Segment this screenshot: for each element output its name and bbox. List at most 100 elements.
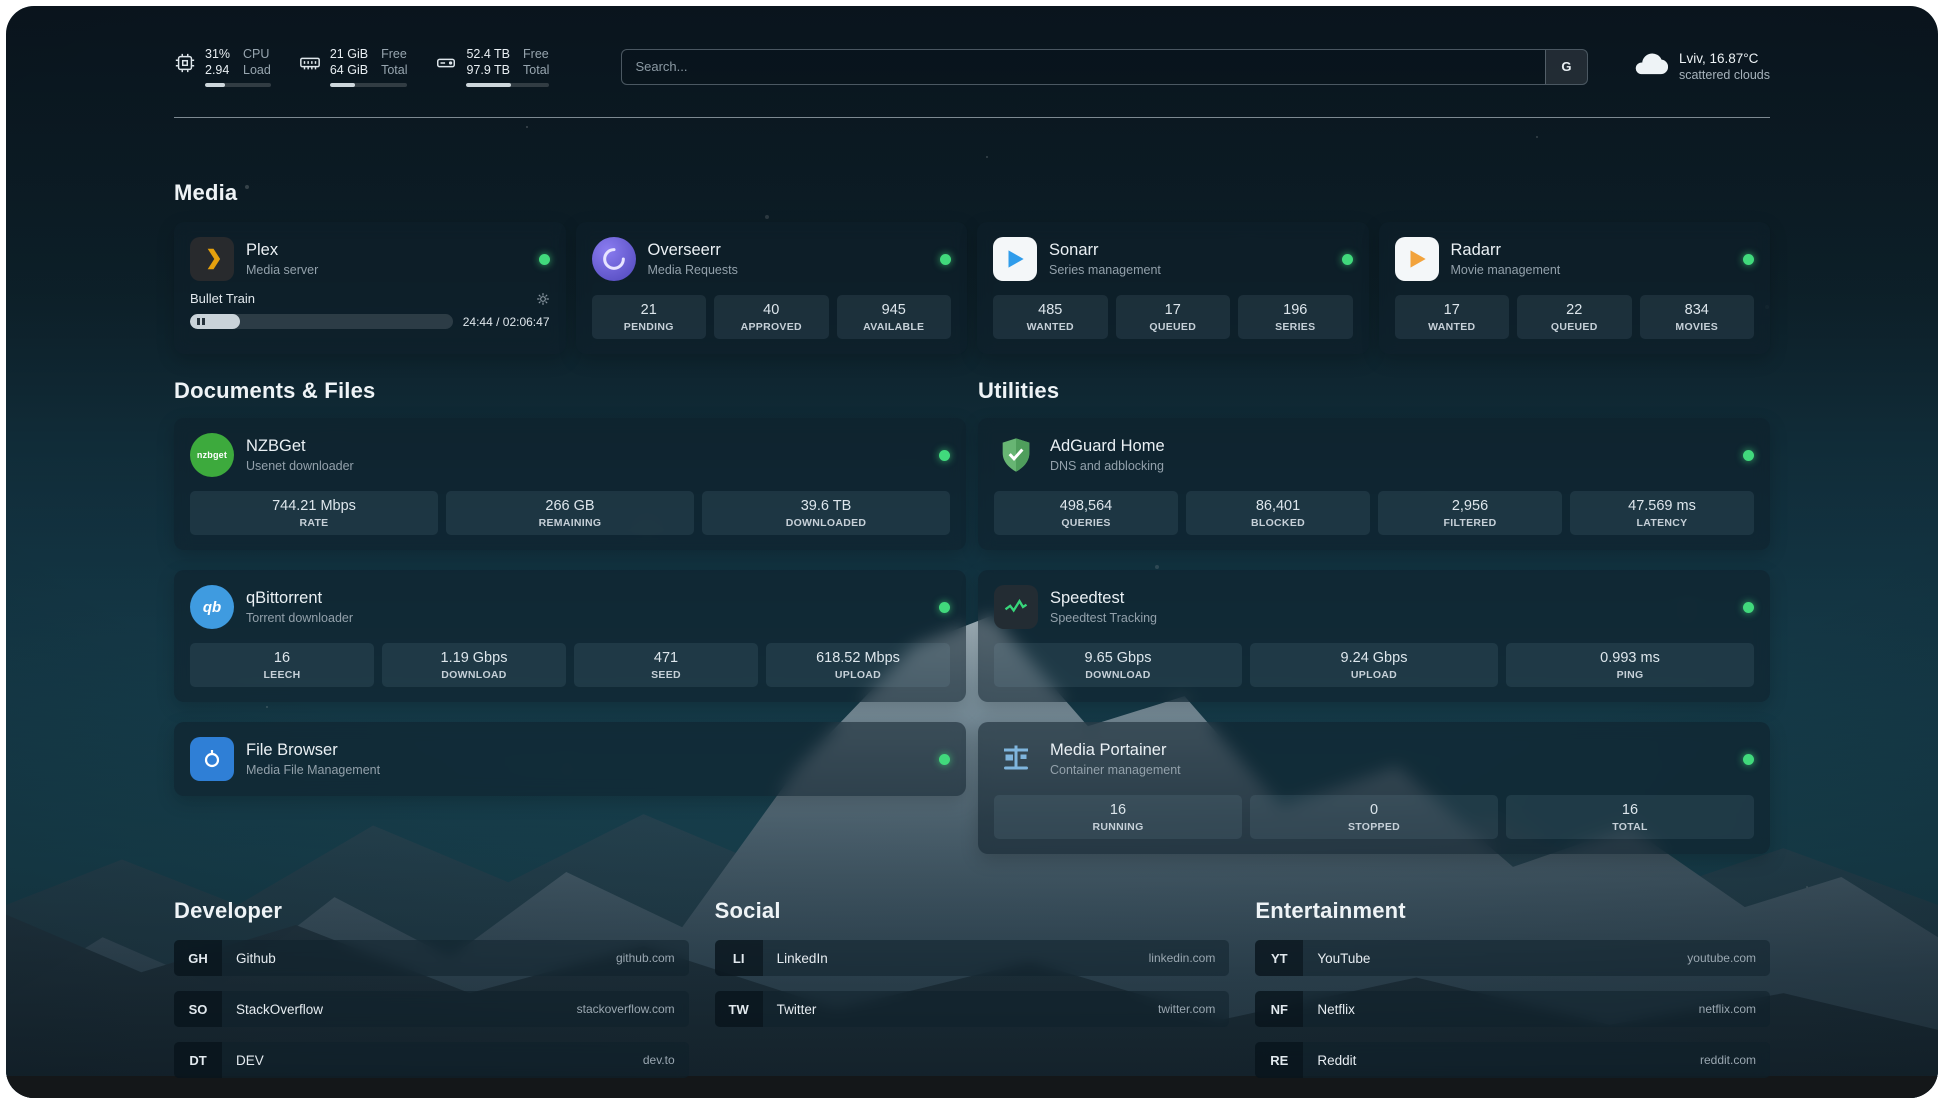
- bookmark-name: Github: [236, 951, 276, 966]
- status-dot: [1743, 450, 1754, 461]
- plex-card[interactable]: Plex Media server Bullet Train: [174, 222, 566, 354]
- settings-gear-icon[interactable]: [536, 292, 550, 306]
- cpu-usage-bar: [205, 83, 271, 87]
- stat-value: 9.24 Gbps: [1254, 650, 1494, 666]
- playback-progress-bar[interactable]: [190, 314, 453, 329]
- bookmark-name: LinkedIn: [777, 951, 828, 966]
- bookmark-dev[interactable]: DT DEV dev.to: [174, 1042, 689, 1078]
- stat-value: 17: [1120, 302, 1227, 318]
- plex-now-playing: Bullet Train: [190, 291, 550, 329]
- service-name: File Browser: [246, 741, 380, 760]
- bookmark-stackoverflow[interactable]: SO StackOverflow stackoverflow.com: [174, 991, 689, 1027]
- portainer-card[interactable]: Media Portainer Container management 16 …: [978, 722, 1770, 854]
- bookmark-reddit[interactable]: RE Reddit reddit.com: [1255, 1042, 1770, 1078]
- section-utilities: Utilities: [978, 378, 1770, 854]
- radarr-card[interactable]: Radarr Movie management 17 WANTED 22 QUE…: [1379, 222, 1771, 354]
- search-bar: G: [621, 49, 1588, 85]
- stat-label: AVAILABLE: [841, 321, 948, 333]
- stat-value: 16: [1510, 802, 1750, 818]
- bookmark-linkedin[interactable]: LI LinkedIn linkedin.com: [715, 940, 1230, 976]
- bookmark-name: Twitter: [777, 1002, 817, 1017]
- service-subtitle: Speedtest Tracking: [1050, 611, 1157, 625]
- stat-running: 16 RUNNING: [994, 795, 1242, 839]
- stat-label: FILTERED: [1382, 517, 1558, 529]
- bookmark-url: linkedin.com: [1149, 951, 1216, 965]
- stat-value: 16: [194, 650, 370, 666]
- stat-label: LEECH: [194, 669, 370, 681]
- stat-available: 945 AVAILABLE: [837, 295, 952, 339]
- stat-label: QUERIES: [998, 517, 1174, 529]
- service-name: qBittorrent: [246, 589, 353, 608]
- bookmark-github[interactable]: GH Github github.com: [174, 940, 689, 976]
- stat-upload: 618.52 Mbps UPLOAD: [766, 643, 950, 687]
- cpu-metric: 31% 2.94 CPU Load: [174, 46, 271, 87]
- stat-value: 0.993 ms: [1510, 650, 1750, 666]
- service-subtitle: Torrent downloader: [246, 611, 353, 625]
- stat-seed: 471 SEED: [574, 643, 758, 687]
- bookmark-abbr: YT: [1255, 940, 1303, 976]
- weather-condition: scattered clouds: [1679, 67, 1770, 83]
- adguard-card[interactable]: AdGuard Home DNS and adblocking 498,564 …: [978, 418, 1770, 550]
- stat-ping: 0.993 ms PING: [1506, 643, 1754, 687]
- social-section-title: Social: [715, 898, 1230, 924]
- bookmark-youtube[interactable]: YT YouTube youtube.com: [1255, 940, 1770, 976]
- radarr-icon: [1395, 237, 1439, 281]
- stat-label: RUNNING: [998, 821, 1238, 833]
- stat-label: WANTED: [997, 321, 1104, 333]
- sonarr-card[interactable]: Sonarr Series management 485 WANTED 17 Q…: [977, 222, 1369, 354]
- bookmark-abbr: DT: [174, 1042, 222, 1078]
- bookmark-group-entertainment: Entertainment YT YouTube youtube.com NF …: [1255, 898, 1770, 1078]
- stat-value: 17: [1399, 302, 1506, 318]
- status-dot: [939, 602, 950, 613]
- disk-free-value: 52.4 TB: [466, 46, 510, 62]
- service-subtitle: Series management: [1049, 263, 1161, 277]
- memory-metric: 21 GiB 64 GiB Free Total: [299, 46, 408, 87]
- bookmark-group-social: Social LI LinkedIn linkedin.com TW Twitt…: [715, 898, 1230, 1078]
- stat-download: 1.19 Gbps DOWNLOAD: [382, 643, 566, 687]
- service-subtitle: Media server: [246, 263, 318, 277]
- stat-label: WANTED: [1399, 321, 1506, 333]
- bookmark-group-developer: Developer GH Github github.com SO StackO…: [174, 898, 689, 1078]
- bookmark-name: DEV: [236, 1053, 264, 1068]
- bookmark-url: twitter.com: [1158, 1002, 1215, 1016]
- pause-icon[interactable]: [197, 318, 205, 325]
- stat-label: LATENCY: [1574, 517, 1750, 529]
- stat-value: 21: [596, 302, 703, 318]
- nzbget-card[interactable]: nzbget NZBGet Usenet downloader 744.21 M…: [174, 418, 966, 550]
- speedtest-card[interactable]: Speedtest Speedtest Tracking 9.65 Gbps D…: [978, 570, 1770, 702]
- stat-latency: 47.569 ms LATENCY: [1570, 491, 1754, 535]
- stat-label: UPLOAD: [770, 669, 946, 681]
- bookmark-netflix[interactable]: NF Netflix netflix.com: [1255, 991, 1770, 1027]
- filebrowser-card[interactable]: File Browser Media File Management: [174, 722, 966, 796]
- service-name: Plex: [246, 241, 318, 260]
- memory-free-label: Free: [381, 46, 407, 62]
- bookmark-twitter[interactable]: TW Twitter twitter.com: [715, 991, 1230, 1027]
- bookmark-name: YouTube: [1317, 951, 1370, 966]
- service-name: Overseerr: [648, 241, 738, 260]
- disk-free-label: Free: [523, 46, 549, 62]
- stat-label: DOWNLOADED: [706, 517, 946, 529]
- search-provider-button[interactable]: G: [1545, 50, 1587, 84]
- stat-series: 196 SERIES: [1238, 295, 1353, 339]
- search-input[interactable]: [622, 50, 1545, 84]
- stat-queries: 498,564 QUERIES: [994, 491, 1178, 535]
- stat-value: 485: [997, 302, 1104, 318]
- service-name: Radarr: [1451, 241, 1561, 260]
- disk-total-value: 97.9 TB: [466, 62, 510, 78]
- stat-blocked: 86,401 BLOCKED: [1186, 491, 1370, 535]
- overseerr-card[interactable]: Overseerr Media Requests 21 PENDING 40 A…: [576, 222, 968, 354]
- stat-queued: 17 QUEUED: [1116, 295, 1231, 339]
- speedtest-icon: [994, 585, 1038, 629]
- stat-filtered: 2,956 FILTERED: [1378, 491, 1562, 535]
- cpu-load-value: 2.94: [205, 62, 230, 78]
- stat-leech: 16 LEECH: [190, 643, 374, 687]
- stat-value: 39.6 TB: [706, 498, 946, 514]
- stat-label: REMAINING: [450, 517, 690, 529]
- service-subtitle: Media Requests: [648, 263, 738, 277]
- status-dot: [1743, 254, 1754, 265]
- stat-approved: 40 APPROVED: [714, 295, 829, 339]
- plex-icon: [190, 237, 234, 281]
- stat-label: TOTAL: [1510, 821, 1750, 833]
- qbittorrent-card[interactable]: qb qBittorrent Torrent downloader 16 LEE…: [174, 570, 966, 702]
- stat-value: 9.65 Gbps: [998, 650, 1238, 666]
